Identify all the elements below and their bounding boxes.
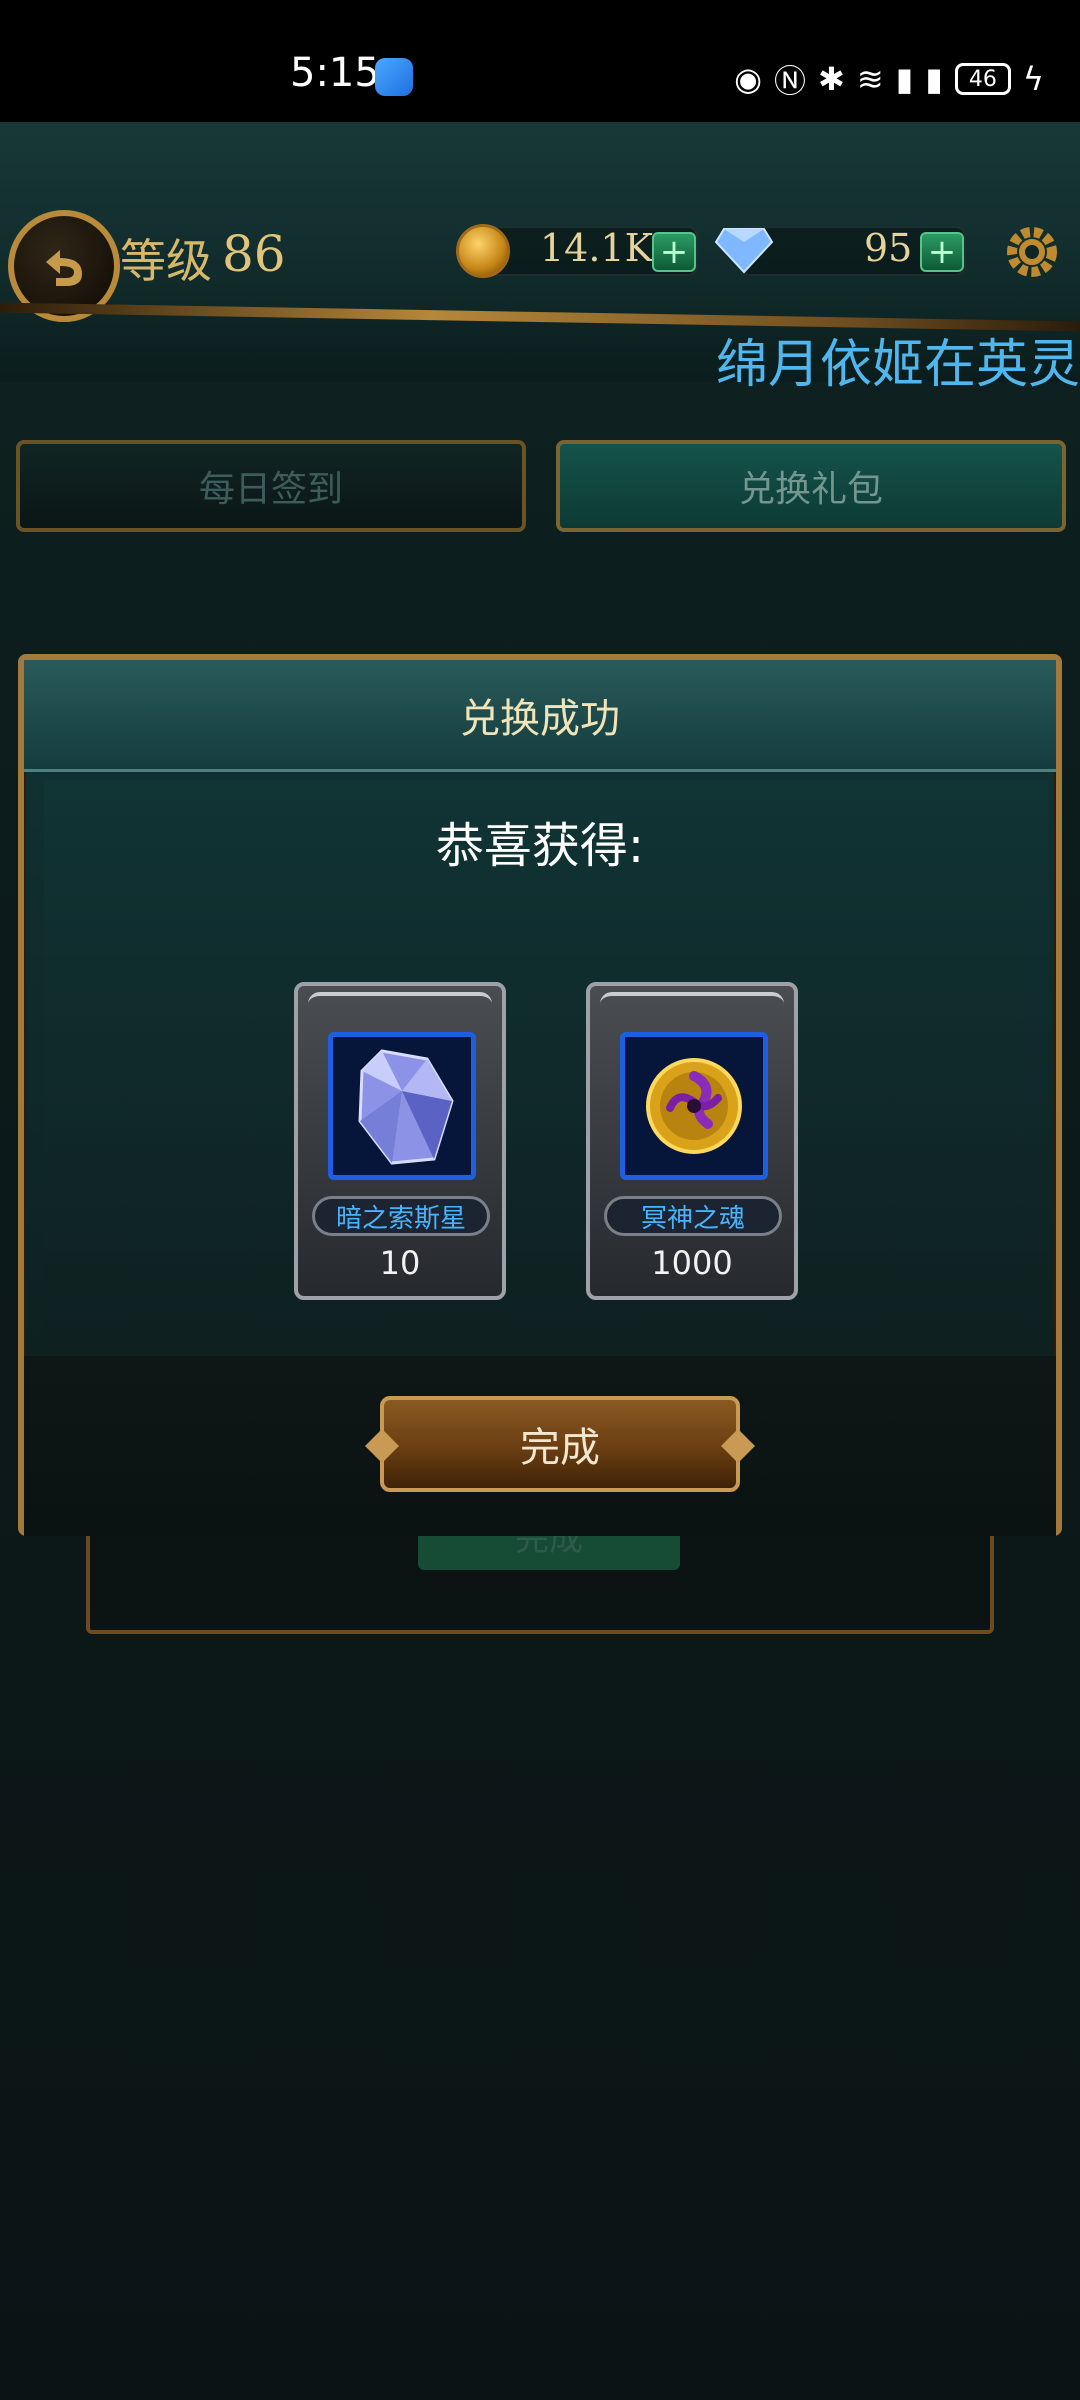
done-button-label: 完成 bbox=[520, 1425, 600, 1471]
dialog-title: 兑换成功 bbox=[460, 695, 620, 742]
card-ornament bbox=[308, 992, 492, 1022]
tab-daily-checkin[interactable]: 每日签到 bbox=[16, 440, 526, 532]
bluetooth-icon: ✱ bbox=[818, 60, 845, 98]
signal-icon: ▮ bbox=[895, 60, 914, 98]
add-gold-button[interactable]: + bbox=[652, 232, 696, 272]
add-diamond-button[interactable]: + bbox=[920, 232, 964, 272]
card-ornament bbox=[600, 992, 784, 1022]
item-count: 1000 bbox=[651, 1244, 733, 1282]
redeem-success-dialog: 兑换成功 恭喜获得: 暗之索斯星 10 冥神之魂 1000 完成 bbox=[18, 654, 1062, 1536]
level-label: 等级 bbox=[120, 234, 212, 288]
eye-icon: ◉ bbox=[734, 60, 763, 98]
settings-gear-icon[interactable] bbox=[1000, 220, 1064, 284]
announcement-ticker: 绵月依姬在英灵 bbox=[716, 335, 1080, 395]
charging-icon: ϟ bbox=[1022, 60, 1044, 98]
item-slot bbox=[620, 1032, 768, 1180]
reward-card[interactable]: 冥神之魂 1000 bbox=[586, 982, 798, 1300]
battery-indicator: 46 bbox=[954, 63, 1011, 95]
back-arrow-icon bbox=[46, 250, 82, 286]
item-name: 冥神之魂 bbox=[604, 1196, 782, 1236]
tab-redeem-gift[interactable]: 兑换礼包 bbox=[556, 440, 1066, 532]
congrats-text: 恭喜获得: bbox=[435, 818, 645, 874]
diamond-amount: 95 bbox=[864, 226, 913, 270]
level-value: 86 bbox=[222, 225, 286, 283]
gold-amount: 14.1K bbox=[540, 226, 653, 270]
wifi-icon: ≋ bbox=[856, 60, 884, 98]
item-name: 暗之索斯星 bbox=[312, 1196, 490, 1236]
soul-orb-icon bbox=[646, 1058, 742, 1154]
item-slot bbox=[328, 1032, 476, 1180]
tab-label: 兑换礼包 bbox=[738, 469, 883, 510]
diamond-icon bbox=[714, 228, 774, 274]
tab-label: 每日签到 bbox=[198, 469, 343, 510]
done-button[interactable]: 完成 bbox=[365, 1396, 755, 1492]
status-icons: ◉ Ⓝ ✱ ≋ ▮ ▮ 46 ϟ bbox=[734, 56, 1044, 102]
nfc-icon: Ⓝ bbox=[774, 62, 807, 100]
item-count: 10 bbox=[379, 1244, 421, 1282]
app-notification-icon bbox=[375, 58, 413, 96]
dialog-header: 兑换成功 bbox=[24, 660, 1056, 772]
signal-5g-icon: ▮ bbox=[925, 60, 943, 98]
crystal-icon bbox=[358, 1049, 454, 1165]
status-bar: 5:15 ◉ Ⓝ ✱ ≋ ▮ ▮ 46 ϟ bbox=[0, 0, 1080, 122]
reward-card[interactable]: 暗之索斯星 10 bbox=[294, 982, 506, 1300]
gold-coin-icon bbox=[456, 224, 510, 278]
status-time: 5:15 bbox=[290, 50, 380, 96]
